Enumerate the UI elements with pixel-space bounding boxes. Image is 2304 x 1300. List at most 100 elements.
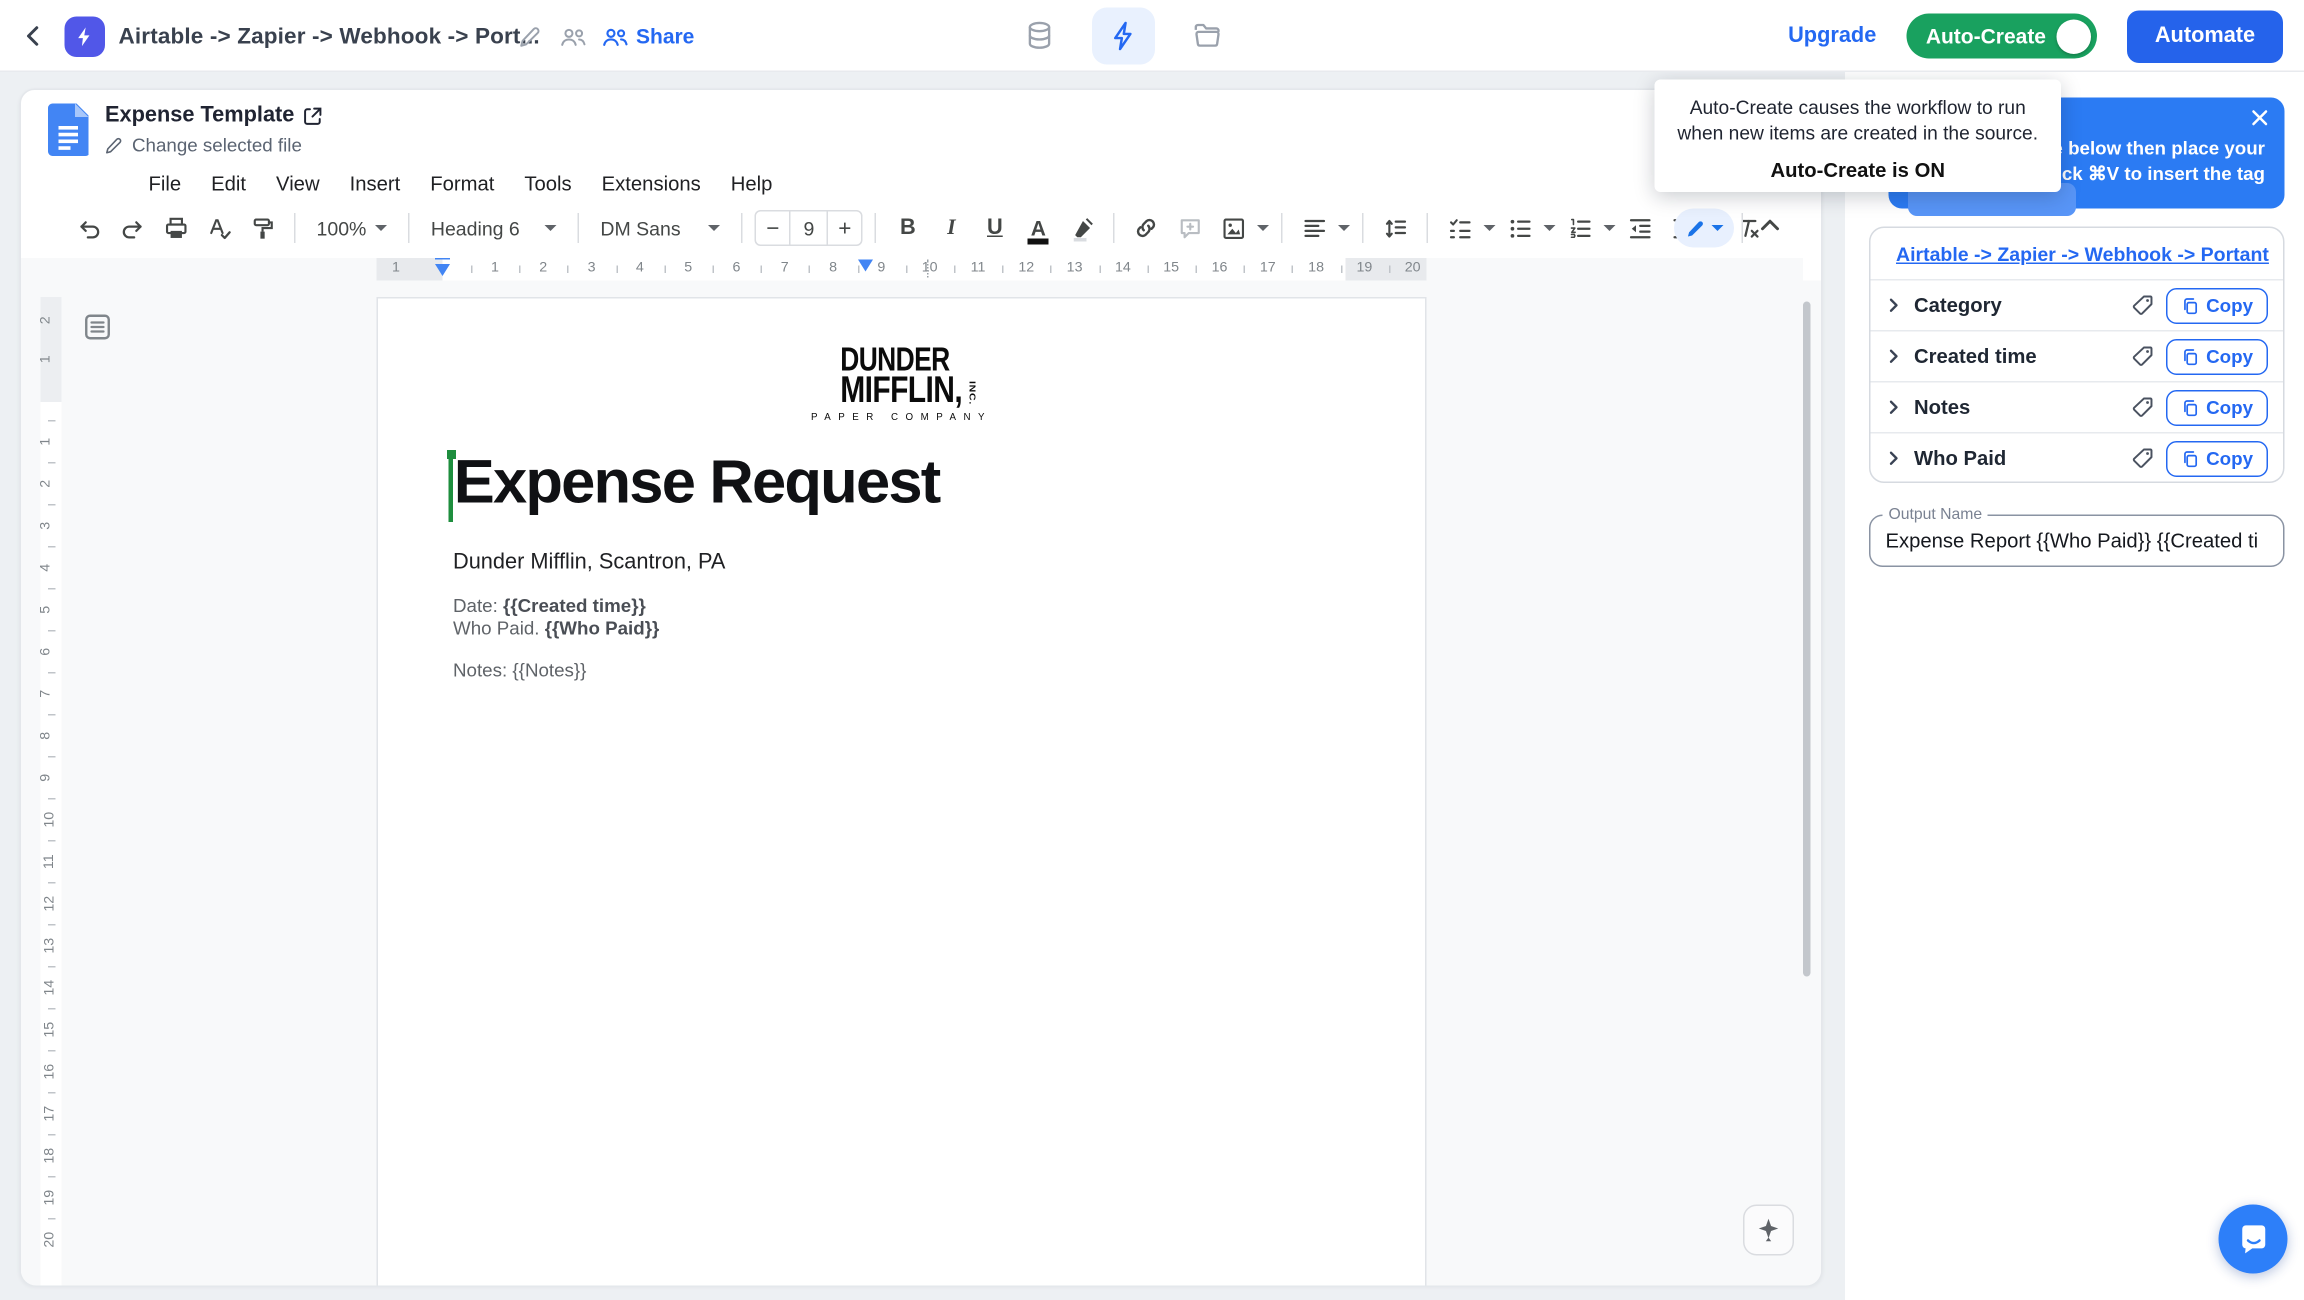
paint-format-button[interactable] [243,209,282,248]
menu-item-format[interactable]: Format [417,170,508,199]
italic-button[interactable]: I [932,209,971,248]
back-chevron-icon [23,26,44,47]
insert-link-button[interactable] [1127,209,1166,248]
copy-icon [2181,398,2199,416]
share-button[interactable]: Share [602,24,695,48]
copy-tag-button[interactable]: Copy [2166,338,2268,374]
menu-item-file[interactable]: File [135,170,195,199]
zoom-select[interactable]: 100% [308,209,397,248]
horizontal-ruler[interactable]: 11234567891011121314151617181920 [21,258,1803,281]
line-spacing-button[interactable] [1376,209,1415,248]
open-external-icon[interactable] [303,106,323,126]
font-caret-icon [708,225,720,231]
document-page[interactable]: DUNDER MIFFLIN, INC. PAPER COMPANY Expen… [377,297,1427,1286]
zoom-caret-icon [375,225,387,231]
source-data-tab[interactable] [1008,8,1071,65]
bulleted-list-caret-icon[interactable] [1544,225,1556,231]
copy-tag-button[interactable]: Copy [2166,389,2268,425]
change-file-label: Change selected file [132,135,302,156]
tag-icon [2131,345,2154,368]
banner-close-button[interactable] [2250,108,2271,129]
expand-chevron-icon[interactable] [1886,348,1903,365]
copy-tag-button[interactable]: Copy [2166,287,2268,323]
upgrade-link[interactable]: Upgrade [1788,24,1876,48]
menu-item-help[interactable]: Help [717,170,786,199]
insert-image-button[interactable] [1214,209,1253,248]
expand-chevron-icon[interactable] [1886,399,1903,416]
decrease-indent-button[interactable] [1620,209,1659,248]
app-window: Airtable -> Zapier -> Webhook -> Port...… [0,0,2304,1300]
automate-button[interactable]: Automate [2127,10,2283,63]
right-indent-marker[interactable] [858,260,873,272]
style-value: Heading 6 [431,217,520,240]
share-label: Share [636,24,694,48]
field-row-created-time: Created time Copy [1871,330,2284,381]
menu-item-extensions[interactable]: Extensions [588,170,714,199]
first-line-indent-marker[interactable] [435,258,450,260]
sparkle-icon [1755,1217,1782,1244]
highlight-button[interactable] [1062,209,1101,248]
tooltip-status: Auto-Create is ON [1673,159,2044,182]
bolt-icon [74,25,97,48]
change-selected-file[interactable]: Change selected file [105,135,323,156]
hide-menus-button[interactable] [1758,213,1782,237]
share-users-icon [602,25,629,48]
numbered-list-button[interactable] [1560,209,1599,248]
workflow-app-icon [65,16,106,57]
menu-item-edit[interactable]: Edit [198,170,260,199]
redo-button[interactable] [113,209,152,248]
paragraph-style-select[interactable]: Heading 6 [422,209,566,248]
field-row-notes: NotesCopy [1871,381,2284,432]
checklist-caret-icon[interactable] [1484,225,1496,231]
expand-chevron-icon[interactable] [1886,450,1903,467]
back-button[interactable] [15,18,51,54]
source-link[interactable]: Airtable -> Zapier -> Webhook -> Portant [1896,242,2269,265]
output-name-fieldset: Output Name [1869,515,2285,568]
left-indent-marker[interactable] [435,264,450,276]
auto-create-toggle[interactable]: Auto-Create [1906,14,2097,59]
chat-launcher[interactable] [2219,1205,2288,1274]
spellcheck-button[interactable] [200,209,239,248]
output-name-label: Output Name [1883,506,1989,524]
copy-icon [2181,296,2199,314]
bold-button[interactable]: B [888,209,927,248]
explore-button[interactable] [1743,1205,1794,1256]
logo-line2: MIFFLIN, [841,375,963,407]
bolt-tab-icon [1107,20,1140,53]
document-outline-button[interactable] [81,311,114,344]
text-color-button[interactable]: A [1031,218,1046,239]
editing-pencil-icon [1685,218,1705,238]
checklist-button[interactable] [1440,209,1479,248]
database-icon [1023,20,1056,53]
style-caret-icon [545,225,557,231]
vertical-ruler[interactable]: 211234567891011121314151617181920 [41,297,62,1286]
font-select[interactable]: DM Sans [591,209,729,248]
bulleted-list-button[interactable] [1500,209,1539,248]
menu-item-tools[interactable]: Tools [511,170,585,199]
numbered-list-caret-icon[interactable] [1604,225,1616,231]
font-value: DM Sans [600,217,680,240]
top-bar: Airtable -> Zapier -> Webhook -> Port...… [0,0,2304,72]
font-size-decrease[interactable]: − [756,215,789,241]
copy-tag-button[interactable]: Copy [2166,440,2268,476]
doc-scrollbar[interactable] [1803,302,1811,977]
add-comment-button[interactable] [1170,209,1209,248]
font-size-stepper[interactable]: − 9 + [755,210,863,246]
underline-button[interactable]: U [975,209,1014,248]
menu-item-view[interactable]: View [263,170,334,199]
field-row-category: CategoryCopy [1871,279,2284,330]
align-button[interactable] [1295,209,1334,248]
image-caret-icon[interactable] [1257,225,1269,231]
rename-pencil-icon[interactable] [515,21,545,51]
output-folder-tab[interactable] [1176,8,1239,65]
undo-button[interactable] [69,209,108,248]
menu-item-insert[interactable]: Insert [336,170,414,199]
editing-mode-button[interactable] [1674,209,1734,248]
field-label: Created time [1914,345,2119,368]
workflow-builder-tab[interactable] [1092,8,1155,65]
font-size-increase[interactable]: + [828,215,861,241]
align-caret-icon[interactable] [1338,225,1350,231]
collaborators-icon[interactable] [558,21,588,51]
expand-chevron-icon[interactable] [1886,297,1903,314]
print-button[interactable] [156,209,195,248]
